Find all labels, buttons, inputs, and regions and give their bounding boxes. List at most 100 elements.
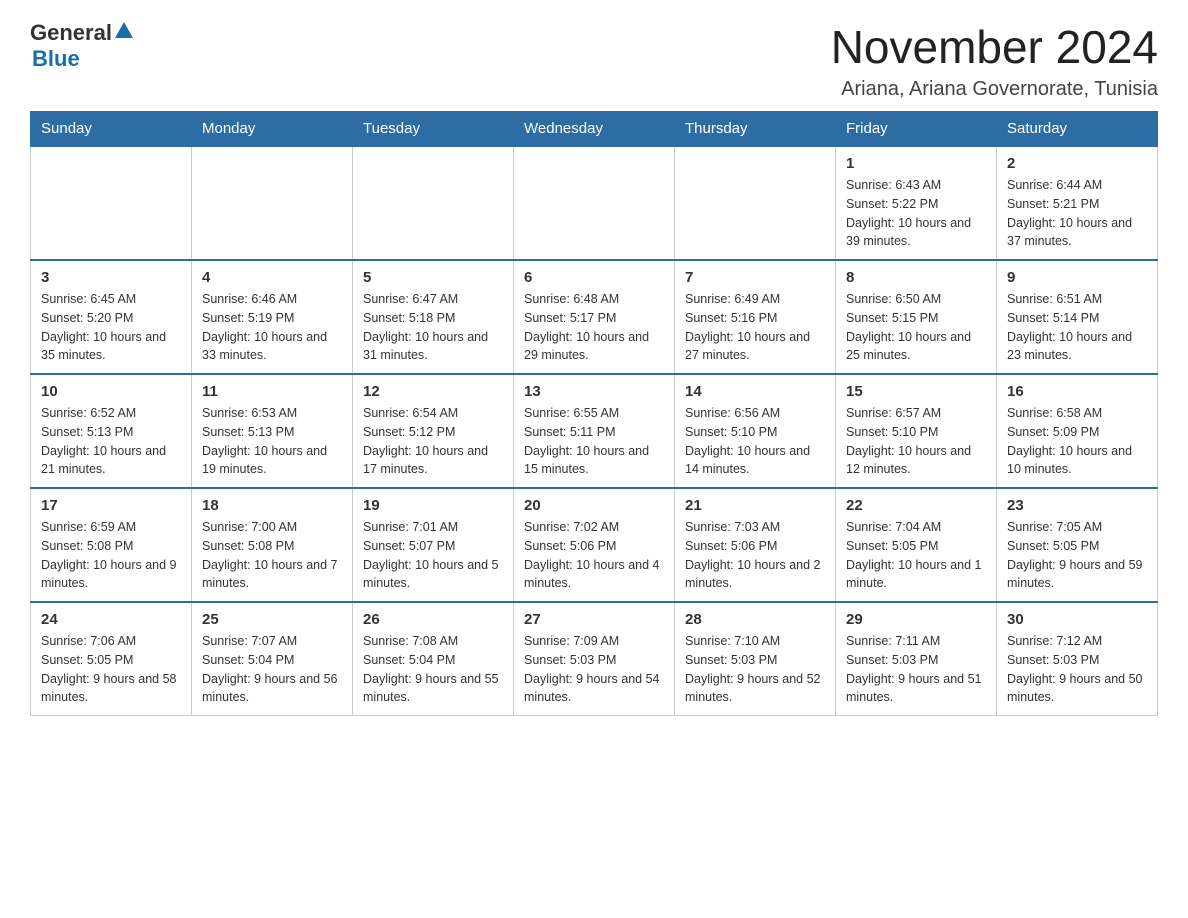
logo: General Blue xyxy=(30,20,133,72)
day-info: Sunrise: 6:44 AM Sunset: 5:21 PM Dayligh… xyxy=(1007,176,1147,251)
day-number: 2 xyxy=(1007,155,1147,172)
day-info: Sunrise: 7:05 AM Sunset: 5:05 PM Dayligh… xyxy=(1007,518,1147,593)
cell-week1-day6: 1 Sunrise: 6:43 AM Sunset: 5:22 PM Daylig… xyxy=(836,146,997,260)
col-monday: Monday xyxy=(192,112,353,147)
col-friday: Friday xyxy=(836,112,997,147)
cell-week3-day4: 13 Sunrise: 6:55 AM Sunset: 5:11 PM Dayli… xyxy=(514,374,675,488)
day-info: Sunrise: 6:51 AM Sunset: 5:14 PM Dayligh… xyxy=(1007,290,1147,365)
col-sunday: Sunday xyxy=(31,112,192,147)
cell-week5-day2: 25Sunrise: 7:07 AM Sunset: 5:04 PM Dayli… xyxy=(192,602,353,716)
day-info: Sunrise: 7:00 AM Sunset: 5:08 PM Dayligh… xyxy=(202,518,342,593)
day-number: 12 xyxy=(363,383,503,400)
cell-week4-day3: 19Sunrise: 7:01 AM Sunset: 5:07 PM Dayli… xyxy=(353,488,514,602)
col-wednesday: Wednesday xyxy=(514,112,675,147)
logo-triangle-icon xyxy=(115,22,133,38)
cell-week2-day5: 7 Sunrise: 6:49 AM Sunset: 5:16 PM Daylig… xyxy=(675,260,836,374)
day-number: 11 xyxy=(202,383,342,400)
day-info: Sunrise: 6:46 AM Sunset: 5:19 PM Dayligh… xyxy=(202,290,342,365)
cell-week5-day7: 30 Sunrise: 7:12 AM Sunset: 5:03 PM Dayli… xyxy=(997,602,1158,716)
subtitle: Ariana, Ariana Governorate, Tunisia xyxy=(831,78,1158,101)
week-row-4: 17 Sunrise: 6:59 AM Sunset: 5:08 PM Dayli… xyxy=(31,488,1158,602)
day-number: 27 xyxy=(524,611,664,628)
day-number: 20 xyxy=(524,497,664,514)
week-row-3: 10Sunrise: 6:52 AM Sunset: 5:13 PM Dayli… xyxy=(31,374,1158,488)
cell-week3-day7: 16 Sunrise: 6:58 AM Sunset: 5:09 PM Dayli… xyxy=(997,374,1158,488)
cell-week4-day7: 23Sunrise: 7:05 AM Sunset: 5:05 PM Dayli… xyxy=(997,488,1158,602)
day-info: Sunrise: 6:56 AM Sunset: 5:10 PM Dayligh… xyxy=(685,404,825,479)
calendar-table: Sunday Monday Tuesday Wednesday Thursday… xyxy=(30,111,1158,716)
day-number: 21 xyxy=(685,497,825,514)
day-number: 8 xyxy=(846,269,986,286)
day-info: Sunrise: 7:09 AM Sunset: 5:03 PM Dayligh… xyxy=(524,632,664,707)
day-number: 5 xyxy=(363,269,503,286)
day-info: Sunrise: 7:03 AM Sunset: 5:06 PM Dayligh… xyxy=(685,518,825,593)
cell-week5-day5: 28 Sunrise: 7:10 AM Sunset: 5:03 PM Dayli… xyxy=(675,602,836,716)
cell-week2-day4: 6 Sunrise: 6:48 AM Sunset: 5:17 PM Daylig… xyxy=(514,260,675,374)
day-info: Sunrise: 6:47 AM Sunset: 5:18 PM Dayligh… xyxy=(363,290,503,365)
day-info: Sunrise: 7:10 AM Sunset: 5:03 PM Dayligh… xyxy=(685,632,825,707)
day-number: 17 xyxy=(41,497,181,514)
day-number: 16 xyxy=(1007,383,1147,400)
cell-week3-day2: 11 Sunrise: 6:53 AM Sunset: 5:13 PM Dayli… xyxy=(192,374,353,488)
day-info: Sunrise: 6:53 AM Sunset: 5:13 PM Dayligh… xyxy=(202,404,342,479)
cell-week2-day6: 8Sunrise: 6:50 AM Sunset: 5:15 PM Daylig… xyxy=(836,260,997,374)
day-info: Sunrise: 6:57 AM Sunset: 5:10 PM Dayligh… xyxy=(846,404,986,479)
day-info: Sunrise: 7:11 AM Sunset: 5:03 PM Dayligh… xyxy=(846,632,986,707)
day-number: 19 xyxy=(363,497,503,514)
logo-line1: General xyxy=(30,20,133,46)
day-info: Sunrise: 6:45 AM Sunset: 5:20 PM Dayligh… xyxy=(41,290,181,365)
cell-week3-day5: 14Sunrise: 6:56 AM Sunset: 5:10 PM Dayli… xyxy=(675,374,836,488)
cell-week1-day5 xyxy=(675,146,836,260)
day-number: 28 xyxy=(685,611,825,628)
week-row-1: 1 Sunrise: 6:43 AM Sunset: 5:22 PM Daylig… xyxy=(31,146,1158,260)
cell-week1-day7: 2 Sunrise: 6:44 AM Sunset: 5:21 PM Daylig… xyxy=(997,146,1158,260)
week-row-5: 24 Sunrise: 7:06 AM Sunset: 5:05 PM Dayli… xyxy=(31,602,1158,716)
day-number: 25 xyxy=(202,611,342,628)
day-number: 22 xyxy=(846,497,986,514)
cell-week4-day2: 18Sunrise: 7:00 AM Sunset: 5:08 PM Dayli… xyxy=(192,488,353,602)
col-thursday: Thursday xyxy=(675,112,836,147)
cell-week4-day5: 21 Sunrise: 7:03 AM Sunset: 5:06 PM Dayli… xyxy=(675,488,836,602)
day-info: Sunrise: 6:58 AM Sunset: 5:09 PM Dayligh… xyxy=(1007,404,1147,479)
cell-week4-day4: 20Sunrise: 7:02 AM Sunset: 5:06 PM Dayli… xyxy=(514,488,675,602)
cell-week4-day6: 22Sunrise: 7:04 AM Sunset: 5:05 PM Dayli… xyxy=(836,488,997,602)
day-number: 1 xyxy=(846,155,986,172)
day-number: 15 xyxy=(846,383,986,400)
cell-week2-day2: 4Sunrise: 6:46 AM Sunset: 5:19 PM Daylig… xyxy=(192,260,353,374)
day-info: Sunrise: 6:52 AM Sunset: 5:13 PM Dayligh… xyxy=(41,404,181,479)
col-saturday: Saturday xyxy=(997,112,1158,147)
day-number: 29 xyxy=(846,611,986,628)
cell-week5-day6: 29 Sunrise: 7:11 AM Sunset: 5:03 PM Dayli… xyxy=(836,602,997,716)
day-info: Sunrise: 6:59 AM Sunset: 5:08 PM Dayligh… xyxy=(41,518,181,593)
cell-week5-day4: 27 Sunrise: 7:09 AM Sunset: 5:03 PM Dayli… xyxy=(514,602,675,716)
day-info: Sunrise: 6:55 AM Sunset: 5:11 PM Dayligh… xyxy=(524,404,664,479)
header-row: Sunday Monday Tuesday Wednesday Thursday… xyxy=(31,112,1158,147)
cell-week3-day3: 12 Sunrise: 6:54 AM Sunset: 5:12 PM Dayli… xyxy=(353,374,514,488)
day-info: Sunrise: 6:54 AM Sunset: 5:12 PM Dayligh… xyxy=(363,404,503,479)
day-info: Sunrise: 6:49 AM Sunset: 5:16 PM Dayligh… xyxy=(685,290,825,365)
day-info: Sunrise: 6:43 AM Sunset: 5:22 PM Dayligh… xyxy=(846,176,986,251)
day-number: 26 xyxy=(363,611,503,628)
day-info: Sunrise: 7:06 AM Sunset: 5:05 PM Dayligh… xyxy=(41,632,181,707)
day-number: 6 xyxy=(524,269,664,286)
cell-week2-day3: 5 Sunrise: 6:47 AM Sunset: 5:18 PM Daylig… xyxy=(353,260,514,374)
day-number: 24 xyxy=(41,611,181,628)
day-number: 7 xyxy=(685,269,825,286)
day-number: 13 xyxy=(524,383,664,400)
cell-week3-day6: 15 Sunrise: 6:57 AM Sunset: 5:10 PM Dayli… xyxy=(836,374,997,488)
main-title: November 2024 xyxy=(831,20,1158,74)
cell-week1-day4 xyxy=(514,146,675,260)
logo-general-text: General xyxy=(30,20,112,46)
logo-blue-text: Blue xyxy=(32,46,80,72)
calendar-body: 1 Sunrise: 6:43 AM Sunset: 5:22 PM Daylig… xyxy=(31,146,1158,716)
page-header: General Blue November 2024 Ariana, Arian… xyxy=(30,20,1158,101)
day-number: 3 xyxy=(41,269,181,286)
day-number: 9 xyxy=(1007,269,1147,286)
cell-week1-day2 xyxy=(192,146,353,260)
week-row-2: 3 Sunrise: 6:45 AM Sunset: 5:20 PM Daylig… xyxy=(31,260,1158,374)
day-info: Sunrise: 6:48 AM Sunset: 5:17 PM Dayligh… xyxy=(524,290,664,365)
day-number: 30 xyxy=(1007,611,1147,628)
title-section: November 2024 Ariana, Ariana Governorate… xyxy=(831,20,1158,101)
day-info: Sunrise: 7:12 AM Sunset: 5:03 PM Dayligh… xyxy=(1007,632,1147,707)
day-info: Sunrise: 7:08 AM Sunset: 5:04 PM Dayligh… xyxy=(363,632,503,707)
